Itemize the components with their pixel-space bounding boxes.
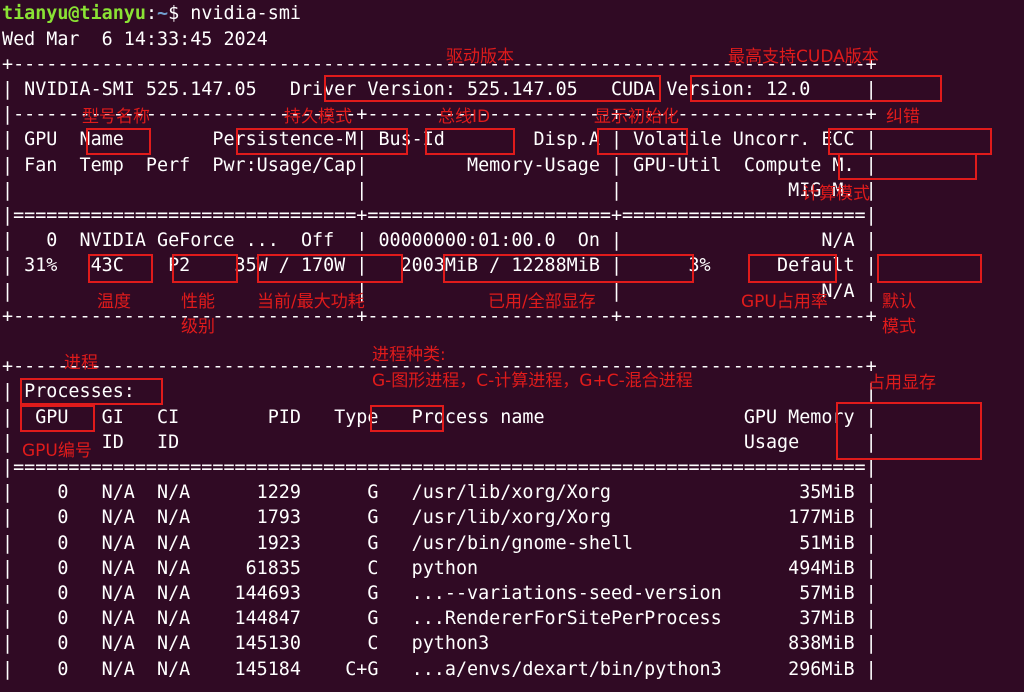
annotation-bus-id: 总线ID [438,107,491,127]
output-line: Wed Mar 6 14:33:45 2024 [2,28,268,50]
perf-box [172,254,238,283]
annotation-gpu-memory: 占用显存 [868,373,936,393]
output-line: |===============================+=======… [2,204,877,226]
annotation-type-1: 进程种类: [372,345,446,365]
output-line: |=======================================… [2,456,877,478]
output-line: | 0 N/A N/A 145130 C python3 838MiB | [2,633,877,655]
driver-version-box [324,75,661,102]
output-line: | 0 N/A N/A 144693 G ...--variations-see… [2,582,877,604]
prompt-user: tianyu@tianyu [2,3,146,24]
annotation-compute-mode: 计算模式 [802,184,870,204]
type-column-box [370,405,444,432]
persistence-box [236,128,408,155]
annotation-gpu-util: GPU占用率 [741,292,828,312]
annotation-disp: 显示初始化 [594,107,679,127]
power-box [257,254,403,283]
output-line: | 0 N/A N/A 1229 G /usr/lib/xorg/Xorg 35… [2,482,877,504]
compute-mode-box [838,153,977,180]
processes-box [20,378,163,405]
output-line: | 0 N/A N/A 61835 C python 494MiB | [2,557,877,579]
annotation-perf-1: 性能 [181,292,215,312]
prompt-separator: : [145,3,158,24]
temp-box [88,254,153,283]
annotation-driver-version: 驱动版本 [446,47,514,67]
command-text: nvidia-smi [190,3,301,24]
annotation-processes: 进程 [64,353,98,373]
output-line: | 0 NVIDIA GeForce ... Off | 00000000:01… [2,230,877,252]
output-line: | Fan Temp Perf Pwr:Usage/Cap| Memory-Us… [2,154,877,176]
annotation-temp: 温度 [97,292,131,312]
annotation-cuda-version: 最高支持CUDA版本 [728,47,879,67]
annotation-persistence: 持久模式 [284,107,352,127]
disp-box [597,128,688,155]
output-line: | 0 N/A N/A 1793 G /usr/lib/xorg/Xorg 17… [2,507,877,529]
prompt-symbol: $ [168,3,191,24]
annotation-power: 当前/最大功耗 [257,292,365,312]
terminal-window[interactable]: tianyu@tianyu:~$ nvidia-smi Wed Mar 6 14… [0,0,1024,692]
annotation-default-1: 默认 [882,292,916,312]
output-line: | 0 N/A N/A 1923 G /usr/bin/gnome-shell … [2,532,877,554]
output-line: | 0 N/A N/A 144847 G ...RendererForSiteP… [2,608,877,630]
output-line: | 0 N/A N/A 145184 C+G ...a/envs/dexart/… [2,658,877,680]
annotation-ecc: 纠错 [886,107,920,127]
annotation-memory: 已用/全部显存 [488,292,596,312]
output-line: | | | MIG M. | [2,179,877,201]
annotation-type-2: G-图形进程，C-计算进程，G+C-混合进程 [372,371,693,391]
ecc-box [828,128,992,155]
annotation-name: 型号名称 [82,107,150,127]
prompt-line: tianyu@tianyu:~$ nvidia-smi [2,1,301,26]
gpu-column-box [20,405,95,432]
prompt-path: ~ [157,3,169,24]
bus-id-box [425,128,515,155]
output-line: | ID ID Usage | [2,431,877,453]
cuda-version-box [690,75,942,102]
annotation-perf-2: 级别 [181,317,215,337]
name-box [86,128,151,155]
gpu-memory-box [836,402,982,460]
default-box [877,254,982,283]
annotation-default-2: 模式 [882,317,916,337]
gpu-util-box [748,254,837,283]
memory-box [443,254,694,283]
annotation-gpu-id: GPU编号 [22,441,92,461]
